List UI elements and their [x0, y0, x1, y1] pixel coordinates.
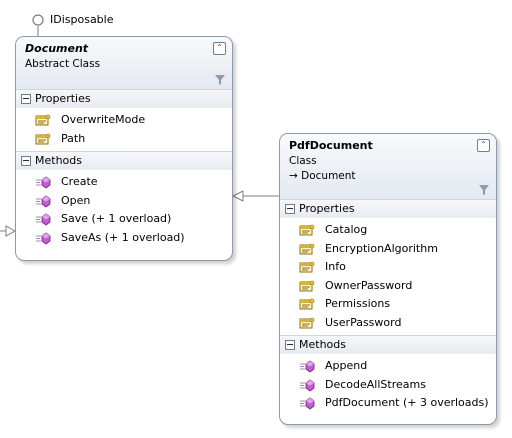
class-shape-pdfdocument[interactable]: PdfDocument Class → Document ⌃ Propertie… — [279, 133, 497, 425]
method-item[interactable]: Append — [280, 357, 496, 376]
class-header[interactable]: PdfDocument Class → Document ⌃ — [280, 134, 496, 199]
property-item[interactable]: OwnerPassword — [280, 277, 496, 296]
member-name: Permissions — [325, 297, 391, 310]
member-name: OverwriteMode — [61, 113, 146, 126]
property-icon — [299, 261, 315, 273]
method-item[interactable]: Open — [16, 192, 232, 211]
class-stereotype: Abstract Class — [25, 58, 101, 70]
member-name: Create — [61, 175, 98, 188]
collapse-compartment-icon[interactable] — [285, 340, 295, 350]
filter-icon[interactable] — [479, 185, 489, 195]
member-name: UserPassword — [325, 315, 402, 329]
member-name: Open — [61, 193, 91, 207]
methods-compartment: Methods Create Open Save (+ 1 overload) Save… — [16, 151, 232, 250]
base-class-label: → Document — [289, 170, 356, 182]
compartment-header[interactable]: Methods — [16, 151, 232, 170]
collapse-compartment-icon[interactable] — [21, 156, 31, 166]
method-item[interactable]: DecodeAllStreams — [280, 376, 496, 395]
methods-compartment: Methods Append DecodeAllStreams PdfDocument… — [280, 335, 496, 416]
compartment-label: Methods — [299, 338, 346, 351]
method-item[interactable]: SaveAs (+ 1 overload) — [16, 229, 232, 248]
compartment-label: Properties — [35, 92, 91, 105]
method-icon — [36, 176, 51, 189]
properties-compartment: Properties OverwriteMode Path — [16, 89, 232, 151]
properties-compartment: Properties Catalog EncryptionAlgorithm Info… — [280, 199, 496, 335]
collapse-icon[interactable]: ⌃ — [213, 42, 226, 55]
property-item[interactable]: Info — [280, 258, 496, 277]
member-name: Append — [325, 359, 368, 372]
class-name: PdfDocument — [289, 139, 373, 152]
method-item[interactable]: Save (+ 1 overload) — [16, 210, 232, 229]
property-icon — [299, 280, 315, 291]
property-item[interactable]: Path — [16, 130, 232, 149]
collapse-compartment-icon[interactable] — [21, 94, 31, 104]
method-item[interactable]: PdfDocument (+ 3 overloads) — [280, 394, 496, 413]
member-name: Path — [61, 131, 86, 145]
class-header[interactable]: Document Abstract Class ⌃ — [16, 37, 232, 89]
method-icon — [300, 397, 315, 410]
compartment-header[interactable]: Properties — [16, 89, 232, 108]
incoming-inheritance-arrow — [0, 225, 17, 237]
class-shape-document[interactable]: Document Abstract Class ⌃ Properties Over… — [15, 36, 233, 261]
compartment-label: Methods — [35, 154, 82, 167]
method-icon — [36, 195, 51, 207]
collapse-compartment-icon[interactable] — [285, 204, 295, 214]
member-name: Save (+ 1 overload) — [61, 212, 172, 225]
method-item[interactable]: Create — [16, 173, 232, 192]
property-item[interactable]: UserPassword — [280, 314, 496, 333]
member-name: EncryptionAlgorithm — [325, 241, 438, 255]
property-item[interactable]: Permissions — [280, 295, 496, 314]
member-name: PdfDocument (+ 3 overloads) — [325, 396, 489, 409]
property-icon — [35, 133, 51, 144]
property-icon — [299, 317, 315, 328]
property-icon — [299, 224, 315, 236]
member-name: DecodeAllStreams — [325, 377, 426, 391]
method-icon — [300, 360, 315, 373]
class-name: Document — [25, 42, 89, 55]
filter-icon[interactable] — [215, 75, 225, 85]
interface-lollipop-icon — [32, 14, 44, 37]
method-icon — [36, 213, 51, 226]
member-name: SaveAs (+ 1 overload) — [61, 230, 185, 244]
member-name: Catalog — [325, 223, 368, 236]
compartment-header[interactable]: Properties — [280, 199, 496, 218]
property-icon — [299, 298, 315, 310]
interface-label: IDisposable — [50, 13, 114, 26]
compartment-label: Properties — [299, 202, 355, 215]
member-name: Info — [325, 260, 346, 273]
inheritance-connector[interactable] — [231, 190, 279, 202]
method-icon — [300, 379, 315, 391]
method-icon — [36, 232, 51, 244]
property-icon — [35, 114, 51, 126]
property-icon — [299, 243, 315, 254]
compartment-header[interactable]: Methods — [280, 335, 496, 354]
property-item[interactable]: Catalog — [280, 221, 496, 240]
member-name: OwnerPassword — [325, 278, 413, 292]
property-item[interactable]: EncryptionAlgorithm — [280, 240, 496, 259]
collapse-icon[interactable]: ⌃ — [477, 139, 490, 152]
property-item[interactable]: OverwriteMode — [16, 111, 232, 130]
class-stereotype: Class — [289, 155, 317, 167]
